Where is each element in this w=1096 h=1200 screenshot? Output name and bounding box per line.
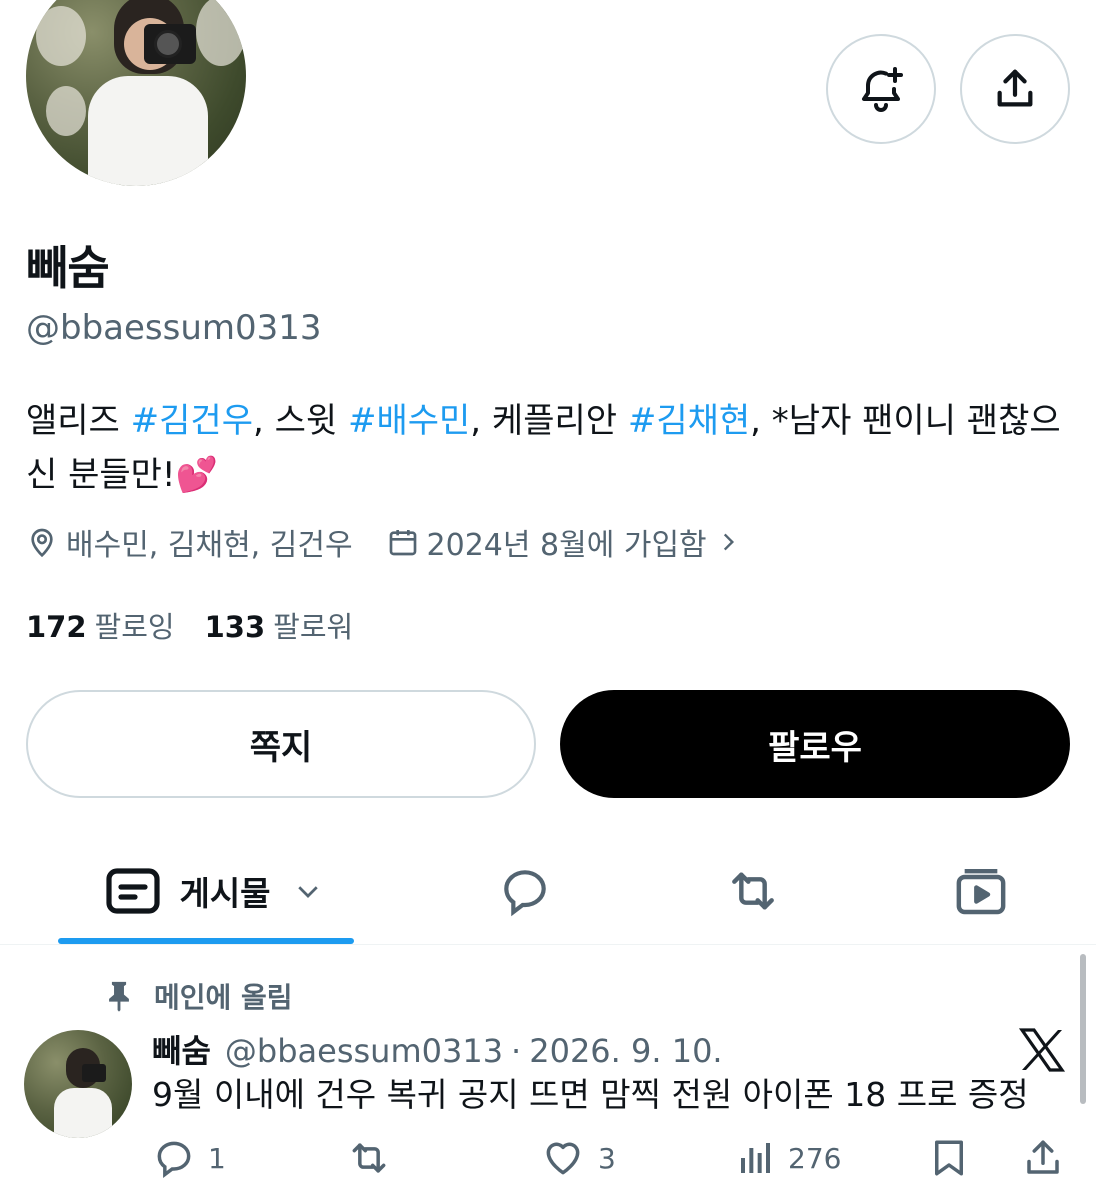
reply-icon bbox=[157, 1141, 191, 1178]
calendar-icon bbox=[389, 530, 416, 556]
profile-avatar[interactable] bbox=[24, 0, 248, 188]
following-count: 172 bbox=[26, 610, 87, 644]
post-author-name[interactable]: 빼숨 bbox=[152, 1026, 211, 1072]
location-text: 배수민, 김채현, 김건우 bbox=[66, 528, 353, 563]
reply-button[interactable]: 1 bbox=[152, 1136, 226, 1180]
views-count: 276 bbox=[788, 1141, 842, 1175]
chevron-down-icon bbox=[297, 886, 318, 898]
bookmark-icon bbox=[935, 1140, 963, 1176]
post-separator: · bbox=[511, 1032, 522, 1070]
reply-icon bbox=[504, 870, 546, 917]
share-post-button[interactable] bbox=[1022, 1136, 1076, 1180]
share-icon bbox=[997, 69, 1033, 107]
like-button[interactable]: 3 bbox=[540, 1136, 616, 1180]
profile-meta: 배수민, 김채현, 김건우 2024년 8월에 가입함 bbox=[26, 520, 783, 564]
joined-text: 2024년 8월에 가입함 bbox=[426, 528, 707, 563]
repost-icon bbox=[732, 872, 774, 910]
reply-count: 1 bbox=[208, 1141, 226, 1175]
tab-posts-label: 게시물 bbox=[179, 874, 271, 913]
bell-plus-icon bbox=[862, 67, 903, 112]
bio-text: 앨리즈 bbox=[26, 401, 131, 441]
followers-link[interactable]: 133 팔로워 bbox=[205, 604, 354, 646]
post-header: 빼숨 @bbaessum0313 · 2026. 9. 10. bbox=[152, 1026, 723, 1072]
share-icon bbox=[1027, 1140, 1059, 1174]
post-text: 9월 이내에 건우 복귀 공지 뜨면 맘찍 전원 아이폰 18 프로 증정 bbox=[152, 1075, 1029, 1114]
hashtag-link[interactable]: #배수민 bbox=[348, 401, 470, 441]
scrollbar[interactable] bbox=[1080, 954, 1086, 1104]
following-label: 팔로잉 bbox=[94, 610, 175, 644]
views-button[interactable]: 276 bbox=[736, 1136, 841, 1180]
bookmark-button[interactable] bbox=[928, 1136, 982, 1180]
post-actions: 1 3 276 bbox=[152, 1136, 1072, 1186]
tab-media[interactable] bbox=[936, 846, 1026, 936]
tab-reposts[interactable] bbox=[708, 846, 798, 936]
share-profile-button[interactable] bbox=[960, 34, 1070, 144]
media-icon bbox=[956, 868, 1006, 915]
notify-button[interactable] bbox=[826, 34, 936, 144]
following-link[interactable]: 172 팔로잉 bbox=[26, 604, 175, 646]
chevron-right-icon bbox=[723, 533, 734, 551]
message-button[interactable]: 쪽지 bbox=[26, 690, 536, 798]
profile-handle: @bbaessum0313 bbox=[26, 308, 322, 348]
repost-button[interactable] bbox=[344, 1136, 406, 1180]
follow-counts: 172 팔로잉 133 팔로워 bbox=[26, 604, 383, 646]
bio-text: , 스윗 bbox=[252, 401, 348, 441]
tab-replies[interactable] bbox=[480, 846, 570, 936]
location-pin-icon bbox=[31, 528, 53, 558]
x-logo-icon[interactable] bbox=[1018, 1026, 1066, 1074]
profile-display-name: 빼숨 bbox=[26, 241, 110, 295]
follow-button[interactable]: 팔로우 bbox=[560, 690, 1070, 798]
tab-posts[interactable]: 게시물 bbox=[94, 846, 334, 936]
hashtag-link[interactable]: #김채현 bbox=[628, 401, 750, 441]
profile-joined[interactable]: 2024년 8월에 가입함 bbox=[387, 520, 749, 564]
tabs-divider bbox=[0, 944, 1096, 945]
posts-icon bbox=[106, 868, 161, 914]
profile-location: 배수민, 김채현, 김건우 bbox=[26, 520, 353, 564]
hearts-emoji: 💕 bbox=[175, 455, 218, 495]
post-author-handle[interactable]: @bbaessum0313 bbox=[225, 1032, 503, 1070]
pinned-label: 메인에 올림 bbox=[104, 976, 293, 1016]
repost-icon bbox=[352, 1143, 386, 1173]
profile-tabs: 게시물 bbox=[0, 846, 1096, 942]
views-icon bbox=[741, 1143, 770, 1173]
profile-bio: 앨리즈 #김건우, 스윗 #배수민, 케플리안 #김채현, *남자 팬이니 괜찮… bbox=[26, 394, 1076, 502]
hashtag-link[interactable]: #김건우 bbox=[131, 401, 253, 441]
post-date[interactable]: 2026. 9. 10. bbox=[529, 1032, 722, 1070]
bio-text: , 케플리안 bbox=[470, 401, 628, 441]
followers-label: 팔로워 bbox=[273, 610, 354, 644]
followers-count: 133 bbox=[204, 610, 266, 644]
heart-icon bbox=[546, 1142, 580, 1175]
post-author-avatar[interactable] bbox=[24, 1030, 132, 1138]
pinned-label-text: 메인에 올림 bbox=[154, 981, 293, 1014]
like-count: 3 bbox=[598, 1141, 616, 1175]
pin-icon bbox=[109, 981, 129, 1012]
